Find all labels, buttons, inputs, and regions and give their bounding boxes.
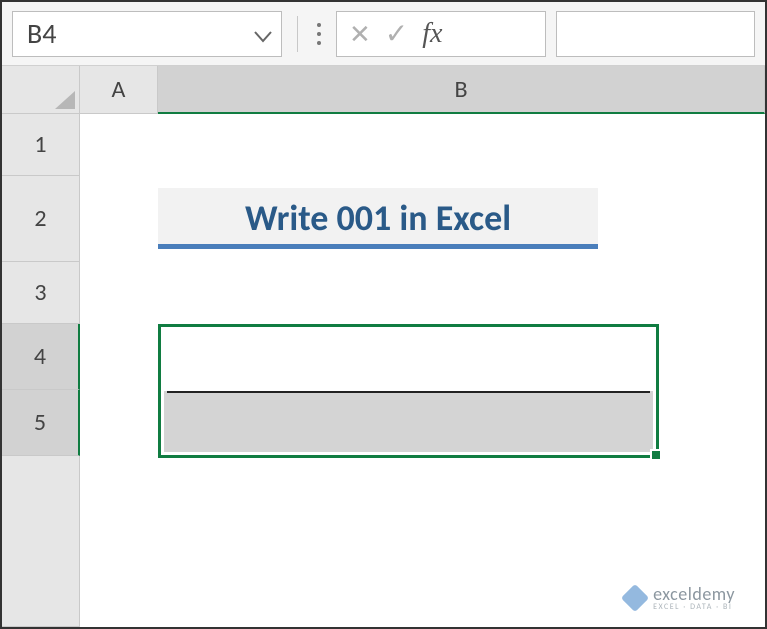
cell-B5[interactable]: [158, 390, 765, 456]
row-header-2[interactable]: 2: [2, 176, 80, 262]
select-all-corner[interactable]: [2, 66, 80, 114]
watermark-tagline: EXCEL · DATA · BI: [653, 603, 735, 611]
logo-icon: [621, 584, 649, 612]
watermark: exceldemy EXCEL · DATA · BI: [625, 585, 735, 611]
watermark-brand: exceldemy: [653, 585, 735, 603]
cell-B4[interactable]: [158, 324, 765, 390]
drag-handle-icon[interactable]: [312, 11, 326, 57]
title-banner: Write 001 in Excel: [158, 188, 598, 249]
cancel-icon[interactable]: ✕: [349, 18, 371, 50]
name-box[interactable]: B4: [12, 11, 282, 57]
worksheet[interactable]: A B 1 2 Write 001 in Excel 3 4 5: [2, 66, 765, 627]
col-header-A[interactable]: A: [80, 66, 158, 114]
cell-A-blank: [80, 456, 158, 627]
cell-A1[interactable]: [80, 114, 158, 176]
formula-input[interactable]: [556, 11, 755, 57]
cell-A2[interactable]: [80, 176, 158, 262]
enter-icon[interactable]: ✓: [385, 16, 408, 51]
cell-A3[interactable]: [80, 262, 158, 324]
row-header-blank: [2, 456, 80, 627]
cell-B3[interactable]: [158, 262, 765, 324]
fx-icon[interactable]: fx: [422, 18, 442, 50]
formula-bar: B4 ✕ ✓ fx: [2, 2, 765, 66]
row-header-3[interactable]: 3: [2, 262, 80, 324]
row-header-1[interactable]: 1: [2, 114, 80, 176]
separator: [292, 11, 302, 57]
col-header-B[interactable]: B: [158, 66, 765, 114]
name-box-value: B4: [27, 16, 251, 51]
chevron-down-icon[interactable]: [251, 16, 275, 51]
row-header-4[interactable]: 4: [2, 324, 80, 390]
title-text: Write 001 in Excel: [245, 196, 511, 240]
formula-controls: ✕ ✓ fx: [336, 11, 546, 57]
cell-A5[interactable]: [80, 390, 158, 456]
cell-B1[interactable]: [158, 114, 765, 176]
cell-B2[interactable]: Write 001 in Excel: [158, 176, 765, 262]
cell-A4[interactable]: [80, 324, 158, 390]
row-header-5[interactable]: 5: [2, 390, 80, 456]
